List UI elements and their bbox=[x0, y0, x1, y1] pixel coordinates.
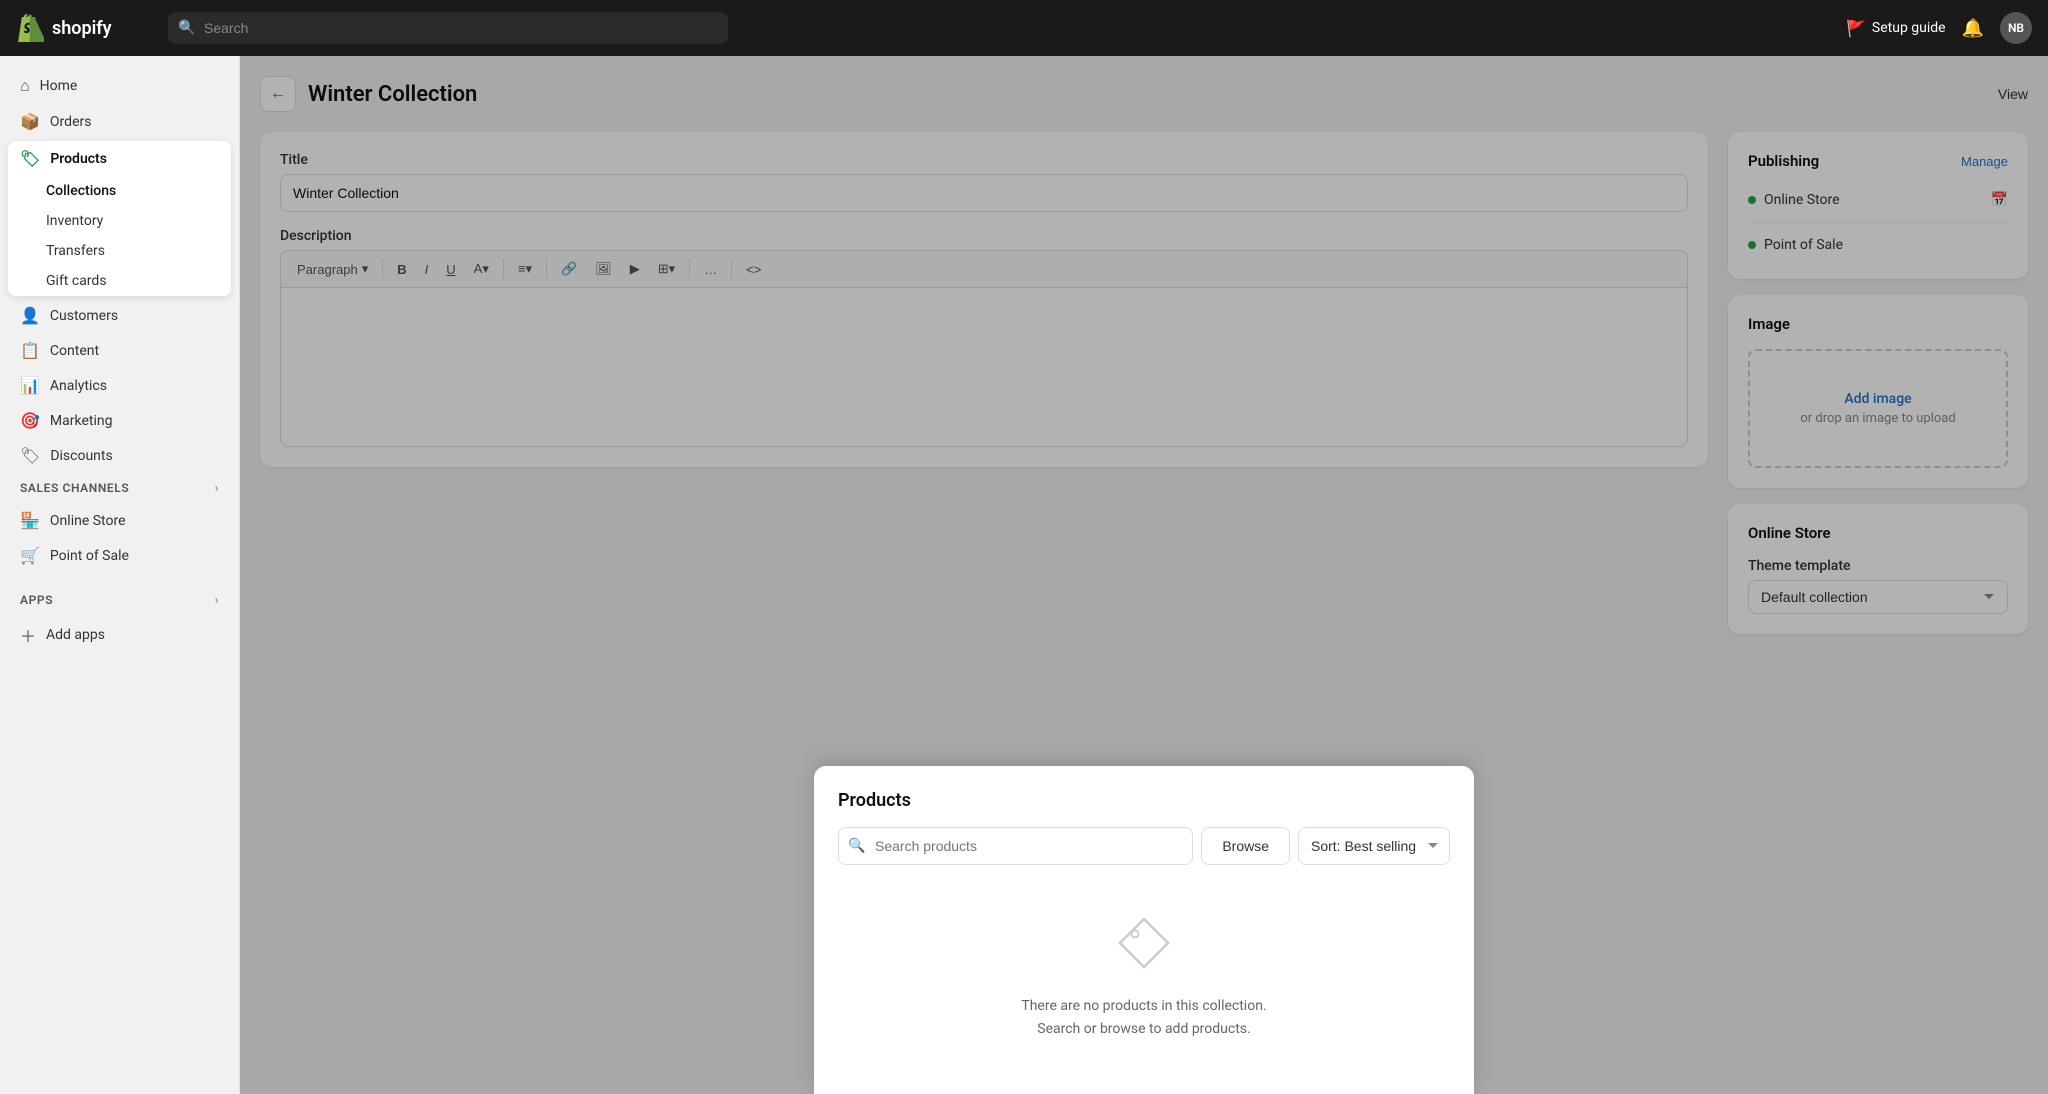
sidebar: ⌂ Home 📦 Orders 🏷 Products Collections I… bbox=[0, 56, 240, 1094]
search-bar[interactable]: 🔍 bbox=[168, 12, 728, 44]
sales-channels-label: Sales channels bbox=[20, 481, 129, 495]
sidebar-label-content: Content bbox=[50, 343, 99, 359]
sidebar-item-content[interactable]: 📋 Content bbox=[8, 333, 231, 368]
products-empty-sub: Search or browse to add products. bbox=[1037, 1021, 1250, 1037]
setup-guide-button[interactable]: 🚩 Setup guide bbox=[1846, 19, 1946, 38]
sidebar-label-analytics: Analytics bbox=[50, 378, 107, 394]
products-search-input[interactable] bbox=[838, 827, 1193, 865]
logo[interactable]: shopify bbox=[16, 14, 156, 42]
content-icon: 📋 bbox=[20, 341, 40, 360]
sidebar-label-customers: Customers bbox=[50, 308, 118, 324]
marketing-icon: 🎯 bbox=[20, 411, 40, 430]
sidebar-label-gift-cards: Gift cards bbox=[46, 273, 107, 289]
content-area: ← Winter Collection View Title Descripti… bbox=[240, 56, 2048, 1094]
orders-icon: 📦 bbox=[20, 112, 40, 131]
flag-icon: 🚩 bbox=[1846, 19, 1866, 38]
sidebar-item-home[interactable]: ⌂ Home bbox=[8, 68, 231, 104]
products-empty-title: There are no products in this collection… bbox=[1021, 998, 1266, 1014]
sidebar-label-discounts: Discounts bbox=[50, 448, 112, 464]
chevron-right-icon: › bbox=[215, 481, 219, 495]
sidebar-item-transfers[interactable]: Transfers bbox=[8, 236, 231, 266]
sidebar-item-products[interactable]: 🏷 Products bbox=[8, 141, 231, 176]
sidebar-label-online-store: Online Store bbox=[50, 513, 126, 529]
discounts-icon: 🏷 bbox=[20, 446, 40, 465]
sidebar-label-collections: Collections bbox=[46, 183, 116, 199]
sales-channels-header[interactable]: Sales channels › bbox=[8, 473, 231, 503]
topbar-right: 🚩 Setup guide 🔔 NB bbox=[1846, 12, 2032, 44]
customers-icon: 👤 bbox=[20, 306, 40, 325]
sidebar-label-products: Products bbox=[50, 151, 107, 167]
home-icon: ⌂ bbox=[20, 76, 30, 96]
sidebar-item-inventory[interactable]: Inventory bbox=[8, 206, 231, 236]
add-icon: ＋ bbox=[20, 623, 36, 647]
online-store-icon: 🏪 bbox=[20, 511, 40, 530]
main-layout: ⌂ Home 📦 Orders 🏷 Products Collections I… bbox=[0, 56, 2048, 1094]
sidebar-item-gift-cards[interactable]: Gift cards bbox=[8, 266, 231, 296]
sidebar-item-online-store[interactable]: 🏪 Online Store bbox=[8, 503, 231, 538]
sidebar-item-orders[interactable]: 📦 Orders bbox=[8, 104, 231, 139]
sidebar-label-point-of-sale: Point of Sale bbox=[50, 548, 129, 564]
apps-label: Apps bbox=[20, 593, 53, 607]
products-modal-overlay: Products 🔍 Browse Sort: Best selling Tit… bbox=[240, 56, 2048, 1094]
sidebar-label-transfers: Transfers bbox=[46, 243, 105, 259]
sidebar-label-marketing: Marketing bbox=[50, 413, 113, 429]
sidebar-item-customers[interactable]: 👤 Customers bbox=[8, 298, 231, 333]
products-empty-state: There are no products in this collection… bbox=[838, 885, 1450, 1070]
sidebar-item-collections[interactable]: Collections bbox=[8, 176, 231, 206]
sidebar-label-orders: Orders bbox=[50, 114, 92, 130]
point-of-sale-icon: 🛒 bbox=[20, 546, 40, 565]
add-apps-label: Add apps bbox=[46, 627, 105, 643]
products-icon: 🏷 bbox=[20, 149, 40, 168]
products-empty-text: There are no products in this collection… bbox=[1021, 995, 1266, 1040]
products-search-row: 🔍 Browse Sort: Best selling Title A-Z Ti… bbox=[838, 827, 1450, 865]
products-submenu: 🏷 Products Collections Inventory Transfe… bbox=[8, 141, 231, 296]
topbar: shopify 🔍 🚩 Setup guide 🔔 NB bbox=[0, 0, 2048, 56]
search-icon: 🔍 bbox=[178, 20, 195, 36]
sidebar-item-marketing[interactable]: 🎯 Marketing bbox=[8, 403, 231, 438]
search-input[interactable] bbox=[168, 12, 728, 44]
chevron-right-apps-icon: › bbox=[215, 593, 219, 607]
browse-button[interactable]: Browse bbox=[1201, 827, 1290, 865]
products-search-icon: 🔍 bbox=[848, 838, 865, 854]
analytics-icon: 📊 bbox=[20, 376, 40, 395]
sidebar-item-discounts[interactable]: 🏷 Discounts bbox=[8, 438, 231, 473]
sidebar-label-inventory: Inventory bbox=[46, 213, 103, 229]
apps-header[interactable]: Apps › bbox=[8, 585, 231, 615]
avatar[interactable]: NB bbox=[2000, 12, 2032, 44]
sort-select[interactable]: Sort: Best selling Title A-Z Title Z-A bbox=[1298, 827, 1450, 865]
sidebar-item-analytics[interactable]: 📊 Analytics bbox=[8, 368, 231, 403]
tag-empty-icon bbox=[1116, 915, 1172, 983]
setup-guide-label: Setup guide bbox=[1872, 20, 1946, 36]
products-search-wrap: 🔍 bbox=[838, 827, 1193, 865]
add-apps-item[interactable]: ＋ Add apps bbox=[8, 615, 231, 655]
products-panel-title: Products bbox=[838, 790, 1450, 811]
sidebar-label-home: Home bbox=[40, 78, 78, 94]
sidebar-item-point-of-sale[interactable]: 🛒 Point of Sale bbox=[8, 538, 231, 573]
products-modal-panel: Products 🔍 Browse Sort: Best selling Tit… bbox=[814, 766, 1474, 1094]
logo-text: shopify bbox=[52, 18, 112, 39]
notifications-button[interactable]: 🔔 bbox=[1962, 18, 1984, 39]
